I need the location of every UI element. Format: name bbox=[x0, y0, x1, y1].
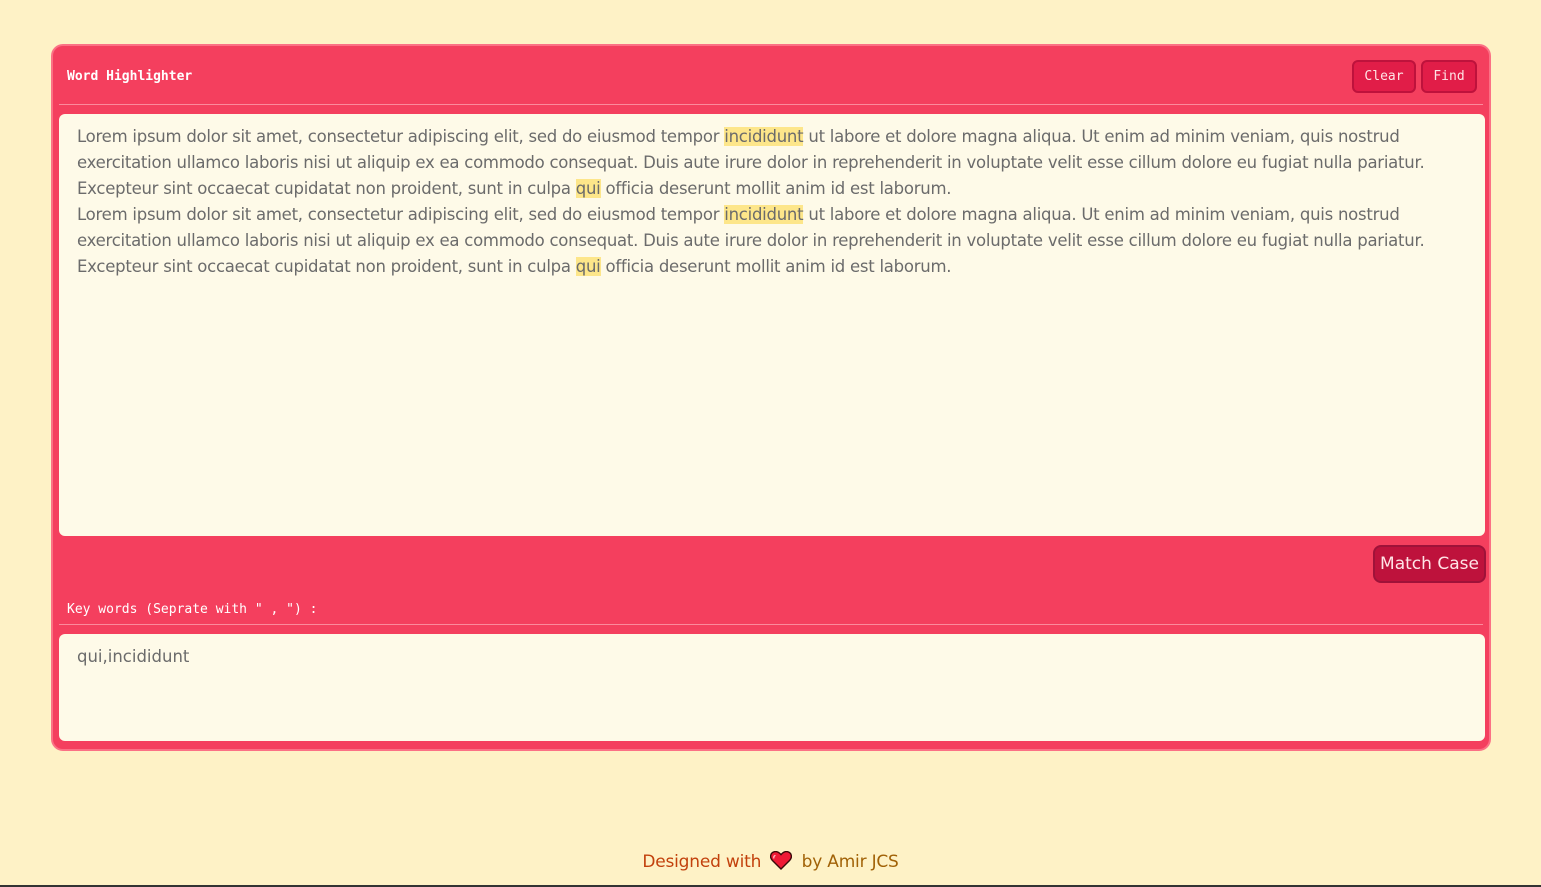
text-editor[interactable]: Lorem ipsum dolor sit amet, consectetur … bbox=[59, 114, 1485, 536]
highlighted-word: incididunt bbox=[724, 127, 804, 146]
footer-author: by Amir JCS bbox=[801, 852, 899, 872]
highlighted-word: incididunt bbox=[724, 205, 804, 224]
panel-header: Word Highlighter Clear Find bbox=[59, 46, 1483, 105]
heart-icon bbox=[770, 850, 793, 875]
word-highlighter-panel: Word Highlighter Clear Find Lorem ipsum … bbox=[51, 44, 1491, 751]
footer-prefix: Designed with bbox=[642, 852, 762, 872]
footer: Designed with by Amir JCS bbox=[0, 850, 1541, 875]
text-paragraph: Lorem ipsum dolor sit amet, consectetur … bbox=[77, 205, 1425, 276]
keywords-input[interactable]: qui,incididunt bbox=[59, 634, 1485, 741]
app-title: Word Highlighter bbox=[67, 69, 193, 84]
keywords-label: Key words (Seprate with " , ") : bbox=[67, 602, 318, 617]
find-button[interactable]: Find bbox=[1421, 60, 1477, 93]
highlighted-word: qui bbox=[575, 257, 601, 276]
text-paragraph: Lorem ipsum dolor sit amet, consectetur … bbox=[77, 127, 1425, 198]
highlighted-word: qui bbox=[575, 179, 601, 198]
keywords-divider bbox=[59, 624, 1483, 625]
match-case-button[interactable]: Match Case bbox=[1373, 545, 1486, 583]
clear-button[interactable]: Clear bbox=[1352, 60, 1416, 93]
